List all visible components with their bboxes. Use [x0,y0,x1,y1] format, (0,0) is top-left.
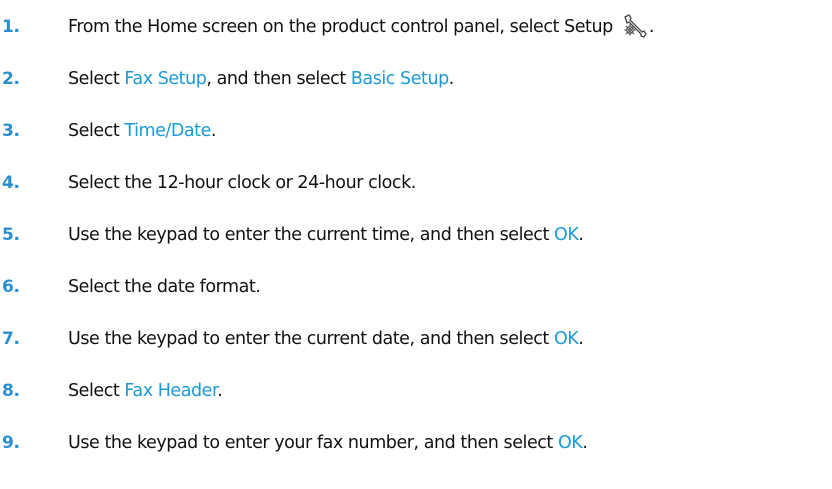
step-text-part: Select the date format. [68,277,261,297]
step-text-part: Use the keypad to enter the current date… [68,329,554,349]
step-5: 5. Use the keypad to enter the current t… [0,220,832,250]
step-text-part: . [578,225,584,245]
step-text: Select Fax Header. [68,376,223,406]
step-number: 7. [2,329,20,349]
step-text: Use the keypad to enter the current time… [68,220,584,250]
step-text-suffix: . [648,17,655,37]
step-text: Select the date format. [68,272,261,302]
time-date-link[interactable]: Time/Date [124,121,211,141]
step-number: 3. [2,121,20,141]
step-number: 5. [2,225,20,245]
step-4: 4. Select the 12-hour clock or 24-hour c… [0,168,832,198]
step-text-part: . [578,329,584,349]
step-text-part: , and then select [206,69,351,89]
basic-setup-link[interactable]: Basic Setup [351,69,449,89]
fax-setup-link[interactable]: Fax Setup [124,69,206,89]
step-9: 9. Use the keypad to enter your fax numb… [0,428,832,458]
step-text-part: Select [68,381,125,401]
step-text-part: . [210,121,217,141]
step-number: 1. [2,17,20,37]
step-text-part: Select [68,69,125,89]
step-number: 8. [2,381,20,401]
step-7: 7. Use the keypad to enter the current d… [0,324,832,354]
step-text-part: From the Home screen on the product cont… [68,17,618,37]
setup-wrench-gear-icon [621,14,647,38]
ok-link[interactable]: OK [554,329,579,349]
step-1: 1. From the Home screen on the product c… [0,12,832,42]
step-6: 6. Select the date format. [0,272,832,302]
step-text-part: Use the keypad to enter the current time… [68,225,555,245]
ok-link[interactable]: OK [554,225,579,245]
step-text: Select Fax Setup, and then select Basic … [68,64,454,94]
step-number: 4. [2,173,20,193]
step-2: 2. Select Fax Setup, and then select Bas… [0,64,832,94]
step-text: Use the keypad to enter your fax number,… [68,428,588,458]
step-number: 9. [2,433,20,453]
fax-header-link[interactable]: Fax Header [124,381,217,401]
step-text-part: . [582,433,588,453]
step-text-part: Use the keypad to enter your fax number,… [68,433,558,453]
step-number: 2. [2,69,20,89]
ok-link[interactable]: OK [558,433,583,453]
step-text-part: . [448,69,455,89]
step-8: 8. Select Fax Header. [0,376,832,406]
step-text: Select the 12-hour clock or 24-hour cloc… [68,168,416,198]
step-3: 3. Select Time/Date. [0,116,832,146]
step-text-part: . [217,381,223,401]
step-text-part: Select [68,121,125,141]
step-text: Select Time/Date. [68,116,217,146]
step-text: From the Home screen on the product cont… [68,12,654,42]
step-text-part: Select the 12-hour clock or 24-hour cloc… [68,173,416,193]
step-number: 6. [2,277,20,297]
step-text: Use the keypad to enter the current date… [68,324,584,354]
